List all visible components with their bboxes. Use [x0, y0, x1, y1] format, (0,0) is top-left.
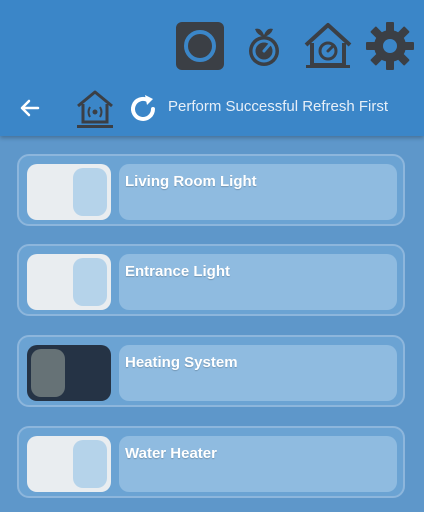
device-label-box[interactable]: Heating System	[119, 345, 397, 401]
device-card-heating-system: Heating System	[17, 335, 405, 407]
toggle-switch[interactable]	[27, 436, 111, 492]
refresh-icon[interactable]	[126, 92, 160, 126]
device-label-box[interactable]: Entrance Light	[119, 254, 397, 310]
device-label-box[interactable]: Water Heater	[119, 436, 397, 492]
device-name: Water Heater	[125, 445, 217, 462]
device-card-entrance-light: Entrance Light	[17, 244, 405, 316]
record-icon[interactable]	[172, 18, 228, 74]
toggle-switch[interactable]	[27, 345, 111, 401]
gear-icon[interactable]	[362, 18, 418, 74]
device-label-box[interactable]: Living Room Light	[119, 164, 397, 220]
toggle-switch[interactable]	[27, 254, 111, 310]
back-arrow-icon[interactable]	[16, 94, 44, 122]
toggle-switch[interactable]	[27, 164, 111, 220]
status-message: Perform Successful Refresh First	[168, 98, 389, 115]
device-card-living-room-light: Living Room Light	[17, 154, 405, 226]
app-header: Perform Successful Refresh First	[0, 0, 424, 136]
sub-toolbar: Perform Successful Refresh First	[0, 86, 424, 132]
home-dashboard-icon[interactable]	[300, 18, 356, 74]
device-name: Entrance Light	[125, 263, 231, 280]
device-card-water-heater: Water Heater	[17, 426, 405, 498]
home-sensor-icon[interactable]	[74, 88, 116, 130]
toggle-knob	[73, 440, 107, 488]
toggle-knob	[73, 168, 107, 216]
raspberry-pi-icon[interactable]	[236, 18, 292, 74]
toggle-knob	[31, 349, 65, 397]
toggle-knob	[73, 258, 107, 306]
device-name: Heating System	[125, 354, 238, 371]
device-name: Living Room Light	[125, 173, 257, 190]
